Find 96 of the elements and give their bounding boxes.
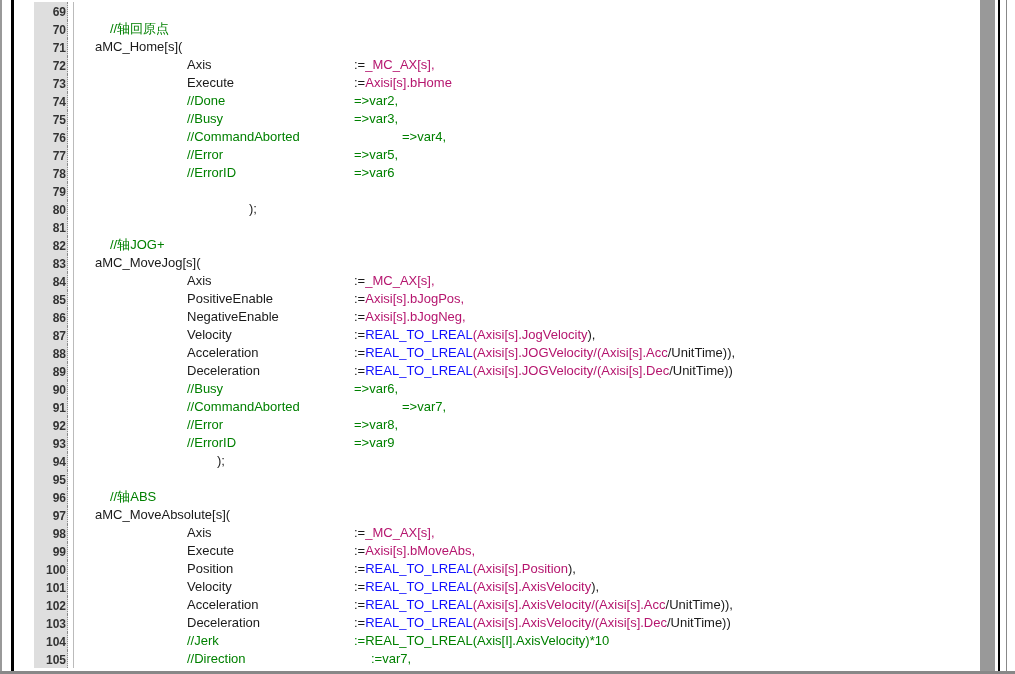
parameter-name: //Direction	[187, 650, 247, 668]
line-number: 92	[52, 419, 66, 433]
parameter-value: :=Axisi[s].bMoveAbs,	[354, 542, 476, 560]
line-number: 96	[52, 491, 66, 505]
parameter-name: Acceleration	[187, 596, 260, 614]
line-number: 97	[52, 509, 66, 523]
parameter-value: :=REAL_TO_LREAL(Axisi[s].JogVelocity),	[354, 326, 596, 344]
parameter-name: Axis	[187, 56, 213, 74]
parameter-name: //ErrorID	[187, 434, 238, 452]
parameter-name: Execute	[187, 542, 235, 560]
parameter-name: Velocity	[187, 578, 233, 596]
code-comment: //轴JOG+	[110, 236, 165, 254]
parameter-name: //Error	[187, 416, 225, 434]
parameter-value: :=Axisi[s].bHome	[354, 74, 452, 92]
line-number: 95	[52, 473, 66, 487]
parameter-value: =>var2,	[354, 92, 399, 110]
parameter-name: //ErrorID	[187, 164, 238, 182]
parameter-value: =>var6,	[354, 380, 399, 398]
parameter-value: =>var5,	[354, 146, 399, 164]
line-number: 91	[52, 401, 66, 415]
parameter-name: //Error	[187, 146, 225, 164]
parameter-value: :=REAL_TO_LREAL(Axis[I].AxisVelocity)*10	[354, 632, 610, 650]
parameter-name: //Done	[187, 92, 227, 110]
parameter-value: :=REAL_TO_LREAL(Axisi[s].JOGVelocity/(Axisi[s].Acc/UnitTime)),	[354, 344, 736, 362]
line-number: 79	[52, 185, 66, 199]
line-number: 89	[52, 365, 66, 379]
line-number: 77	[52, 149, 66, 163]
line-number: 69	[52, 5, 66, 19]
line-number: 78	[52, 167, 66, 181]
line-number: 94	[52, 455, 66, 469]
parameter-value: =>var8,	[354, 416, 399, 434]
parameter-name: Velocity	[187, 326, 233, 344]
code-line: );	[217, 452, 225, 470]
line-number: 104	[45, 635, 66, 649]
parameter-value: =>var3,	[354, 110, 399, 128]
code-line: aMC_MoveJog[s](	[95, 254, 201, 272]
line-number: 99	[52, 545, 66, 559]
line-number: 80	[52, 203, 66, 217]
parameter-value: :=var7,	[371, 650, 412, 668]
parameter-name: //Busy	[187, 110, 225, 128]
line-number: 90	[52, 383, 66, 397]
parameter-name: //Jerk	[187, 632, 220, 650]
parameter-value: :=REAL_TO_LREAL(Axisi[s].JOGVelocity/(Axisi[s].Dec/UnitTime))	[354, 362, 733, 380]
code-comment: //轴ABS	[110, 488, 157, 506]
parameter-value: :=REAL_TO_LREAL(Axisi[s].Position),	[354, 560, 576, 578]
parameter-value: :=Axisi[s].bJogPos,	[354, 290, 465, 308]
parameter-name: Deceleration	[187, 362, 261, 380]
parameter-value: :=REAL_TO_LREAL(Axisi[s].AxisVelocity/(Axisi[s].Acc/UnitTime)),	[354, 596, 733, 614]
parameter-value: =>var7,	[402, 398, 447, 416]
parameter-name: Position	[187, 560, 235, 578]
parameter-name: Acceleration	[187, 344, 260, 362]
line-number: 100	[45, 563, 66, 577]
parameter-value: =>var4,	[402, 128, 447, 146]
line-number: 85	[52, 293, 66, 307]
line-number: 83	[52, 257, 66, 271]
line-number: 93	[52, 437, 66, 451]
line-number: 88	[52, 347, 66, 361]
line-number: 105	[45, 653, 66, 667]
parameter-value: =>var9	[354, 434, 395, 452]
parameter-name: PositiveEnable	[187, 290, 274, 308]
line-number: 103	[45, 617, 66, 631]
code-line: );	[249, 200, 257, 218]
line-number: 101	[45, 581, 66, 595]
parameter-name: Execute	[187, 74, 235, 92]
parameter-value: :=_MC_AX[s],	[354, 56, 435, 74]
parameter-value: :=_MC_AX[s],	[354, 524, 435, 542]
line-number: 86	[52, 311, 66, 325]
line-number: 74	[52, 95, 66, 109]
line-number: 98	[52, 527, 66, 541]
line-number: 82	[52, 239, 66, 253]
parameter-name: //Busy	[187, 380, 225, 398]
line-number: 71	[52, 41, 66, 55]
code-comment: //轴回原点	[110, 20, 170, 38]
parameter-name: //CommandAborted	[187, 128, 301, 146]
parameter-value: =>var6	[354, 164, 395, 182]
parameter-value: :=REAL_TO_LREAL(Axisi[s].AxisVelocity),	[354, 578, 600, 596]
line-number: 84	[52, 275, 66, 289]
code-line: aMC_Home[s](	[95, 38, 183, 56]
line-number: 81	[52, 221, 66, 235]
parameter-value: :=_MC_AX[s],	[354, 272, 435, 290]
line-number: 75	[52, 113, 66, 127]
code-line: aMC_MoveAbsolute[s](	[95, 506, 231, 524]
scrollbar[interactable]	[980, 0, 995, 671]
line-number: 72	[52, 59, 66, 73]
line-number: 102	[45, 599, 66, 613]
parameter-name: Deceleration	[187, 614, 261, 632]
line-number: 87	[52, 329, 66, 343]
line-number: 70	[52, 23, 66, 37]
line-number: 73	[52, 77, 66, 91]
parameter-name: Axis	[187, 524, 213, 542]
parameter-value: :=REAL_TO_LREAL(Axisi[s].AxisVelocity/(Axisi[s].Dec/UnitTime))	[354, 614, 731, 632]
parameter-value: :=Axisi[s].bJogNeg,	[354, 308, 466, 326]
parameter-name: //CommandAborted	[187, 398, 301, 416]
line-number: 76	[52, 131, 66, 145]
parameter-name: Axis	[187, 272, 213, 290]
parameter-name: NegativeEnable	[187, 308, 280, 326]
